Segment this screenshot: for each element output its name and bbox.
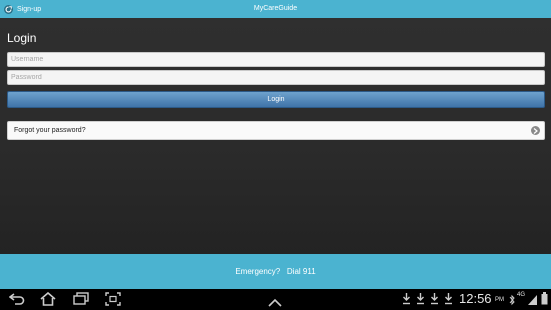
password-field[interactable] — [7, 70, 545, 85]
login-panel: Login Login Forgot your password? — [0, 18, 551, 254]
system-bar: 12:56 PM 4G — [0, 289, 551, 310]
username-field[interactable] — [7, 52, 545, 67]
signup-button[interactable]: Sign-up — [0, 0, 41, 18]
emergency-text: Emergency? Dial 911 — [235, 267, 316, 276]
download-icon — [444, 292, 453, 310]
download-icon — [402, 292, 411, 310]
home-icon[interactable] — [40, 291, 56, 310]
page-title: Login — [7, 31, 37, 45]
back-icon[interactable] — [8, 292, 25, 310]
status-ampm: PM — [495, 297, 504, 303]
bluetooth-icon — [509, 293, 515, 310]
forgot-password-label: Forgot your password? — [14, 127, 86, 134]
screenshot-icon[interactable] — [105, 292, 121, 310]
up-arrow-icon[interactable] — [268, 294, 282, 310]
status-time: 12:56 — [459, 291, 492, 306]
signal-icon — [527, 293, 538, 310]
network-type: 4G — [517, 292, 526, 298]
top-bar: Sign-up MyCareGuide — [0, 0, 551, 18]
recent-apps-icon[interactable] — [73, 292, 89, 310]
login-button[interactable]: Login — [7, 91, 545, 108]
download-icon — [416, 292, 425, 310]
download-icon — [430, 292, 439, 310]
signup-label: Sign-up — [17, 5, 42, 13]
forgot-password-link[interactable]: Forgot your password? — [7, 121, 545, 140]
signup-icon — [4, 4, 13, 14]
chevron-right-icon — [531, 126, 540, 135]
battery-icon — [541, 292, 548, 310]
app-title: MyCareGuide — [253, 5, 298, 12]
emergency-banner: Emergency? Dial 911 — [0, 254, 551, 289]
